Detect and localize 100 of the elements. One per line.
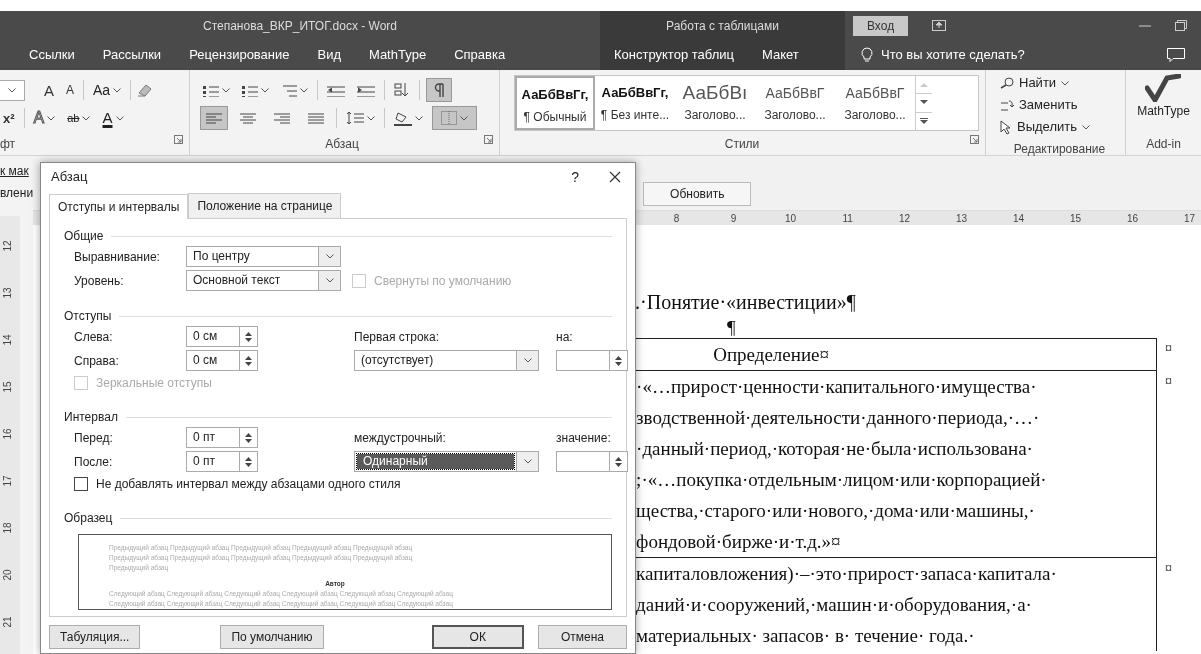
dialog-button[interactable]: Табуляция...: [49, 625, 141, 649]
help-button[interactable]: ?: [571, 166, 579, 188]
caret-icon: [325, 254, 334, 259]
dialog-launcher-icon[interactable]: [484, 135, 493, 144]
borders-icon: [441, 111, 457, 125]
sort-icon: [394, 82, 410, 98]
spinner-arrows-icon: [614, 354, 623, 367]
change-case-button[interactable]: Aa: [90, 78, 125, 102]
field-label: Выравнивание:: [73, 248, 161, 266]
paragraph-mark: ¶: [727, 317, 737, 338]
field-label: Уровень:: [73, 272, 125, 290]
superscript-button[interactable]: x²: [0, 106, 18, 130]
spin-box[interactable]: 0 см: [186, 326, 258, 347]
dialog-launcher-icon[interactable]: [970, 135, 979, 144]
dialog-tab[interactable]: Отступы и интервалы: [49, 194, 189, 219]
grow-font-button[interactable]: A: [41, 78, 57, 102]
caret-icon: [82, 115, 91, 121]
dialog-tab[interactable]: Положение на странице: [188, 193, 342, 218]
minimize-icon[interactable]: [1139, 24, 1151, 27]
field-label: значение:: [556, 429, 612, 447]
eraser-icon[interactable]: [137, 83, 154, 97]
caret-icon: [1061, 80, 1070, 86]
end-of-row-mark: ¤: [1164, 372, 1173, 391]
group-label: Стили: [724, 136, 760, 153]
caret-icon: [261, 87, 269, 93]
style-gallery-item[interactable]: АаБбВı Заголово...: [675, 76, 755, 130]
ribbon-tab[interactable]: Рецензирование: [175, 40, 304, 70]
restore-icon[interactable]: [1175, 20, 1187, 31]
dialog-title: Абзац: [51, 168, 89, 187]
dialog-button[interactable]: По умолчанию: [220, 625, 324, 649]
increase-indent-icon: [357, 83, 375, 97]
checkbox-label: Зеркальные отступы: [96, 375, 212, 392]
tell-me-search[interactable]: Что вы хотите сделать?: [881, 45, 1025, 65]
pointer-icon: [1000, 119, 1012, 135]
mathtype-button[interactable]: MathType: [1137, 74, 1190, 120]
spin-box[interactable]: 0 пт: [186, 451, 258, 472]
justify-icon: [308, 111, 324, 125]
pane-text: к мак: [0, 163, 30, 180]
checkbox-label: Не добавлять интервал между абзацами одного стиля: [96, 476, 401, 493]
section-heading: Общие: [64, 228, 104, 245]
style-gallery-item[interactable]: АаБбВвГ Заголово...: [835, 76, 915, 130]
end-of-row-mark: ¤: [1164, 339, 1173, 358]
font-color-button[interactable]: A: [99, 106, 127, 130]
spin-box[interactable]: [556, 451, 628, 472]
sign-in-button[interactable]: Вход: [853, 15, 909, 36]
bullet-list-icon: [203, 83, 219, 97]
vertical-ruler: 12 13 14 15 16 17 18 20 21: [0, 216, 20, 654]
document-heading: .·Понятие·«инвестиции»¶: [635, 290, 856, 315]
spin-box[interactable]: 0 см: [186, 350, 258, 371]
style-gallery-item[interactable]: АаБбВвГ Заголово...: [755, 76, 835, 130]
checkmark-icon: [1145, 74, 1182, 102]
align-left-icon: [206, 111, 222, 125]
decrease-indent-icon: [327, 83, 345, 97]
highlight-button[interactable]: ab: [64, 106, 94, 130]
search-icon: [1000, 77, 1014, 89]
more-styles-icon[interactable]: [920, 117, 928, 125]
font-size-dropdown[interactable]: [0, 79, 25, 101]
dropdown[interactable]: Одинарный: [354, 451, 539, 472]
checkbox[interactable]: [74, 477, 88, 491]
style-gallery-item[interactable]: АаБбВвГг, ¶ Без инте...: [595, 76, 675, 130]
caret-icon: [523, 358, 532, 363]
context-title: Работа с таблицами: [666, 17, 779, 35]
window-title: Степанова_ВКР_ИТОГ.docx - Word: [203, 17, 397, 35]
dropdown[interactable]: (отсутствует): [354, 350, 539, 371]
text-effects-button[interactable]: A: [30, 106, 59, 130]
ribbon-tab[interactable]: Рассылки: [88, 40, 176, 70]
update-button[interactable]: Обновить: [643, 182, 752, 206]
spinner-arrows-icon: [244, 431, 253, 444]
scroll-down-icon[interactable]: [920, 100, 928, 106]
show-formatting-marks-button[interactable]: [426, 78, 452, 102]
ribbon-tab[interactable]: MathType: [355, 40, 441, 70]
dialog-button[interactable]: Отмена: [537, 625, 627, 649]
ribbon-tab[interactable]: Ссылки: [4, 40, 89, 70]
spin-box[interactable]: 0 пт: [186, 427, 258, 448]
checkbox-label: Свернуты по умолчанию: [374, 272, 512, 290]
caret-icon: [222, 87, 230, 93]
find-button[interactable]: Найти: [1000, 72, 1119, 94]
shrink-font-button[interactable]: A: [63, 78, 78, 102]
ribbon-display-icon[interactable]: [932, 20, 947, 31]
comment-icon[interactable]: [1167, 48, 1185, 62]
field-label: Перед:: [73, 429, 114, 447]
dropdown[interactable]: По центру: [186, 246, 341, 267]
ribbon-tab[interactable]: Справка: [440, 40, 520, 70]
dialog-launcher-icon[interactable]: [174, 135, 183, 144]
field-label: междустрочный:: [354, 429, 447, 447]
group-label: Add-in: [1146, 136, 1181, 153]
paint-bucket-icon: [394, 110, 412, 126]
spin-box[interactable]: [556, 350, 628, 371]
caret-icon: [367, 115, 375, 121]
style-gallery-item[interactable]: АаБбВвГг, ¶ Обычный: [515, 76, 595, 130]
close-icon[interactable]: [609, 171, 621, 183]
caret-icon: [325, 278, 334, 283]
dropdown[interactable]: Основной текст: [186, 270, 341, 291]
ribbon-tab[interactable]: Вид: [303, 40, 356, 70]
dialog-button[interactable]: ОК: [431, 625, 524, 649]
replace-button[interactable]: Заменить: [1000, 94, 1119, 116]
group-label: Редактирование: [1012, 141, 1107, 158]
select-button[interactable]: Выделить: [1000, 116, 1119, 138]
section-heading: Отступы: [64, 308, 112, 325]
group-label: фт: [0, 136, 16, 153]
